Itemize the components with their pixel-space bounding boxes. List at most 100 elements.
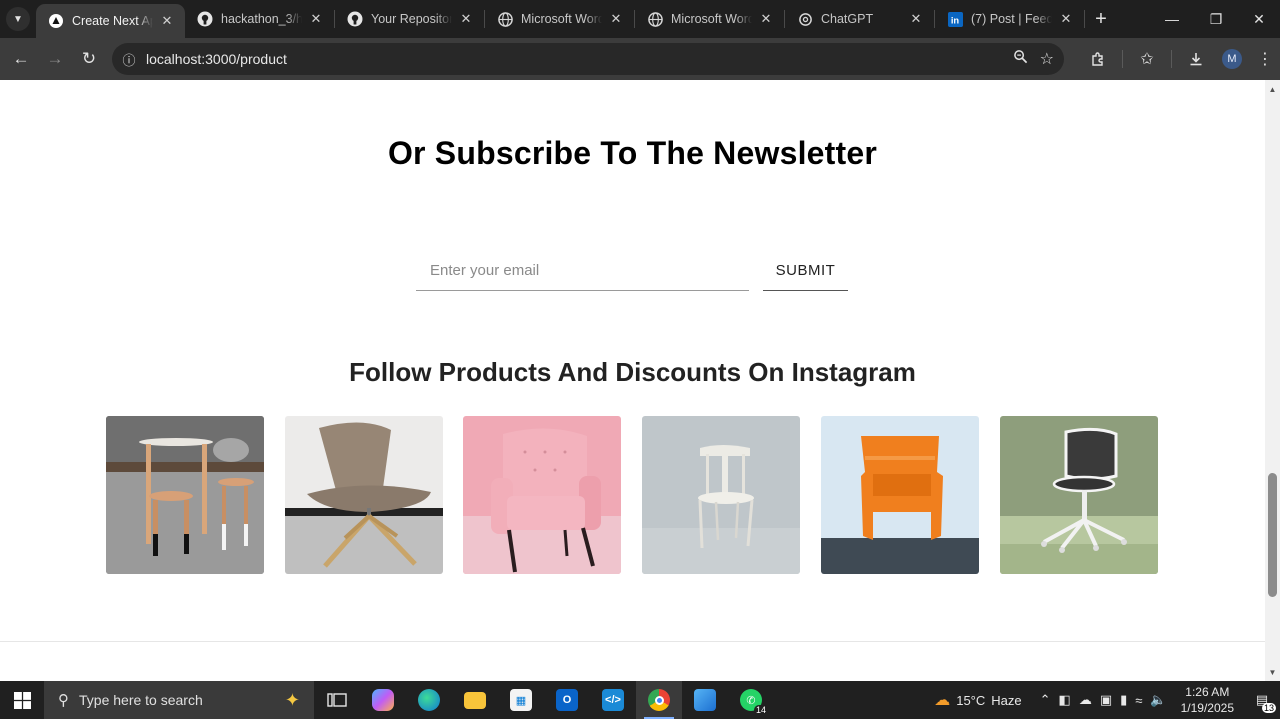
- page-viewport: Or Subscribe To The Newsletter SUBMIT Fo…: [0, 80, 1265, 681]
- outlook-app[interactable]: O: [544, 681, 590, 719]
- task-view-icon: [327, 693, 347, 707]
- instagram-photo-orange-chair[interactable]: [821, 416, 979, 574]
- chrome-app[interactable]: [636, 681, 682, 719]
- taskbar-search-box[interactable]: ⚲ Type here to search ✦: [44, 681, 314, 719]
- tab-title: ChatGPT: [821, 12, 874, 26]
- system-tray: ☁ 15°C Haze ⌃ ◧ ☁ ▣ ▮ ≈ 🔈 1:26 AM 1/19/2…: [934, 681, 1280, 719]
- extensions-icon[interactable]: [1080, 38, 1116, 80]
- instagram-photo-lounge-chair[interactable]: [285, 416, 443, 574]
- tab-title: Create Next App: [72, 14, 153, 28]
- tab-your-repositories[interactable]: Your Repositories ✕: [335, 0, 484, 38]
- address-bar-actions: ☆: [1013, 43, 1054, 75]
- wifi-icon[interactable]: ≈: [1131, 693, 1146, 708]
- chevron-down-icon: ▼: [6, 7, 30, 31]
- more-menu-icon[interactable]: ⋮: [1250, 38, 1280, 80]
- microsoft-store-app[interactable]: ▦: [498, 681, 544, 719]
- scrollbar-thumb[interactable]: [1268, 473, 1277, 597]
- site-info-icon[interactable]: ⓘ: [112, 50, 146, 69]
- newsletter-heading: Or Subscribe To The Newsletter: [387, 135, 878, 171]
- taskbar-search-placeholder: Type here to search: [79, 692, 203, 708]
- tab-chatgpt[interactable]: ChatGPT ✕: [785, 0, 934, 38]
- meet-now-icon[interactable]: ◧: [1055, 692, 1075, 708]
- tab-microsoft-word-2[interactable]: Microsoft Word ✕: [635, 0, 784, 38]
- edge-icon: [418, 689, 440, 711]
- tab-create-next-app[interactable]: Create Next App ✕: [36, 4, 185, 38]
- photos-app[interactable]: [682, 681, 728, 719]
- tab-title: Microsoft Word: [671, 12, 752, 26]
- windows-start-button[interactable]: [0, 681, 44, 719]
- tab-hackathon-repo[interactable]: hackathon_3/hackathon ✕: [185, 0, 334, 38]
- copilot-app[interactable]: [360, 681, 406, 719]
- tab-title: Your Repositories: [371, 12, 452, 26]
- weather-widget[interactable]: ☁ 15°C Haze: [934, 690, 1021, 710]
- file-explorer-app[interactable]: [452, 681, 498, 719]
- close-icon[interactable]: ✕: [308, 11, 324, 27]
- minimize-icon[interactable]: —: [1150, 0, 1194, 38]
- instagram-photo-pink-armchair[interactable]: [463, 416, 621, 574]
- copilot-icon: [372, 689, 394, 711]
- vscode-app[interactable]: </>: [590, 681, 636, 719]
- close-icon[interactable]: ✕: [159, 13, 175, 29]
- restore-icon[interactable]: ❐: [1194, 0, 1238, 38]
- outlook-icon: O: [556, 689, 578, 711]
- taskbar-clock[interactable]: 1:26 AM 1/19/2025: [1181, 684, 1234, 716]
- onedrive-icon[interactable]: ☁: [1075, 692, 1096, 708]
- linkedin-icon: in: [947, 11, 963, 27]
- address-bar[interactable]: ⓘ localhost:3000/product ☆: [112, 43, 1064, 75]
- new-tab-button[interactable]: +: [1085, 0, 1117, 38]
- close-icon[interactable]: ✕: [458, 11, 474, 27]
- chatgpt-icon: [797, 11, 813, 27]
- instagram-photo-wooden-stools[interactable]: [106, 416, 264, 574]
- tab-search-button[interactable]: ▼: [0, 0, 36, 38]
- volume-icon[interactable]: 🔈: [1146, 692, 1170, 708]
- instagram-heading: Follow Products And Discounts On Instagr…: [349, 357, 916, 387]
- tab-linkedin[interactable]: in (7) Post | Feed | LinkedIn ✕: [935, 0, 1084, 38]
- scroll-down-arrow-icon[interactable]: ▼: [1265, 665, 1280, 679]
- edge-app[interactable]: [406, 681, 452, 719]
- close-icon[interactable]: ✕: [1058, 11, 1074, 27]
- instagram-photo-office-chair[interactable]: [1000, 416, 1158, 574]
- battery-icon[interactable]: ▮: [1116, 692, 1131, 708]
- notification-center-button[interactable]: ▤ 13: [1244, 681, 1280, 719]
- copilot-sparkle-icon: ✦: [284, 690, 300, 710]
- close-icon[interactable]: ✕: [608, 11, 624, 27]
- folder-icon: [464, 691, 486, 709]
- reload-icon[interactable]: ↻: [72, 42, 106, 76]
- bookmark-star-icon[interactable]: ☆: [1040, 49, 1054, 69]
- newsletter-email-input[interactable]: [416, 251, 749, 289]
- globe-icon: [647, 11, 663, 27]
- search-icon: ⚲: [58, 692, 69, 709]
- window-close-icon[interactable]: ✕: [1237, 0, 1280, 38]
- store-icon: ▦: [510, 689, 532, 711]
- tab-microsoft-word-1[interactable]: Microsoft Word ✕: [485, 0, 634, 38]
- browser-tab-strip: ▼ Create Next App ✕ hackathon_3/hackatho…: [0, 0, 1280, 38]
- newsletter-submit-button[interactable]: SUBMIT: [763, 251, 848, 291]
- globe-icon: [497, 11, 513, 27]
- url-text[interactable]: localhost:3000/product: [146, 51, 287, 67]
- profile-button[interactable]: M: [1214, 38, 1250, 80]
- svg-text:in: in: [950, 15, 959, 25]
- instagram-gallery: [106, 416, 1158, 574]
- whatsapp-app[interactable]: ✆ 14: [728, 681, 774, 719]
- weather-temperature: 15°C: [956, 692, 986, 708]
- tab-title: hackathon_3/hackathon: [221, 12, 302, 26]
- page-scrollbar[interactable]: ▲ ▼: [1265, 80, 1280, 681]
- avatar: M: [1222, 49, 1242, 69]
- forward-icon[interactable]: →: [38, 42, 72, 76]
- back-icon[interactable]: ←: [4, 42, 38, 76]
- close-icon[interactable]: ✕: [758, 11, 774, 27]
- bookmarks-icon[interactable]: ✩: [1129, 38, 1165, 80]
- download-icon[interactable]: [1178, 38, 1214, 80]
- task-view-button[interactable]: [314, 681, 360, 719]
- instagram-photo-white-chair[interactable]: [642, 416, 800, 574]
- weather-condition: Haze: [991, 692, 1022, 708]
- show-hidden-icons-chevron-up-icon[interactable]: ⌃: [1036, 692, 1055, 708]
- scroll-up-arrow-icon[interactable]: ▲: [1265, 82, 1280, 96]
- windows-logo-icon: [13, 691, 31, 709]
- close-icon[interactable]: ✕: [908, 11, 924, 27]
- nextjs-icon: [48, 13, 64, 29]
- display-icon[interactable]: ▣: [1096, 692, 1116, 708]
- browser-toolbar: ← → ↻ ⓘ localhost:3000/product ☆ ✩ M ⋮: [0, 38, 1280, 80]
- zoom-icon[interactable]: [1013, 49, 1028, 69]
- notification-count-badge: 13: [1261, 703, 1276, 713]
